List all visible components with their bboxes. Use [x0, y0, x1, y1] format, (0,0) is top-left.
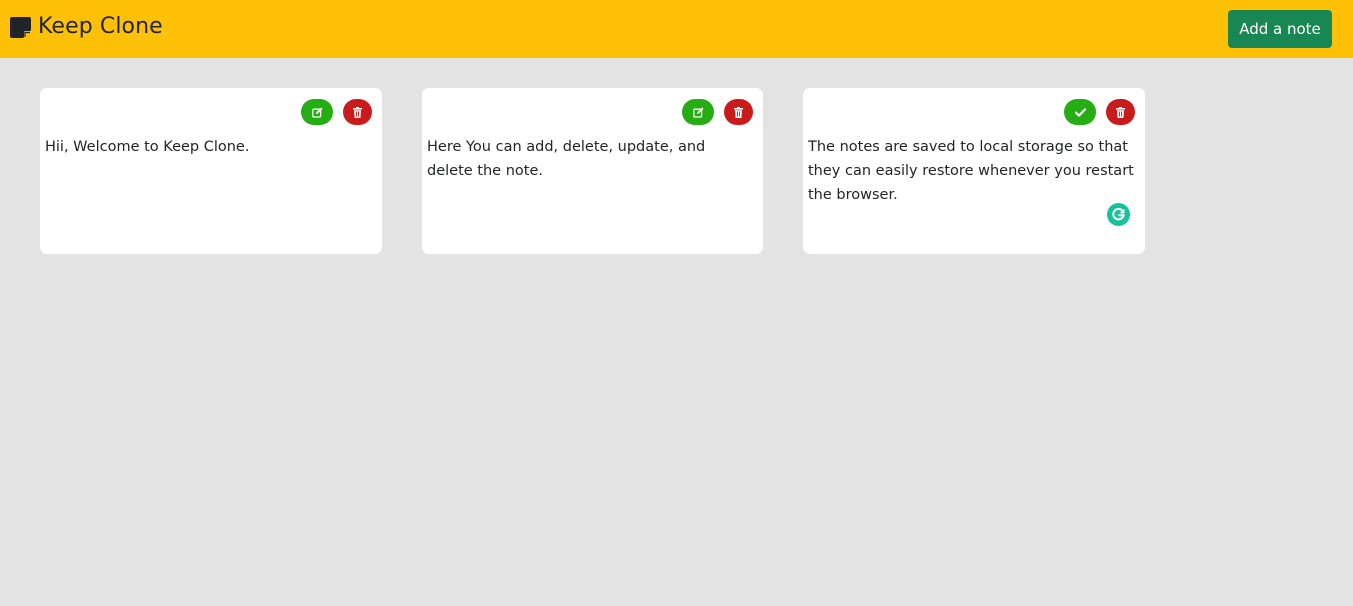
edit-icon [692, 107, 704, 118]
note-card: Here You can add, delete, update, and de… [422, 88, 763, 254]
note-card: Hii, Welcome to Keep Clone. [40, 88, 382, 254]
note-actions [1064, 99, 1135, 125]
save-note-button[interactable] [1064, 99, 1096, 125]
note-text: Hii, Welcome to Keep Clone. [45, 139, 250, 155]
note-text: Here You can add, delete, update, and de… [427, 139, 706, 179]
add-note-button[interactable]: Add a note [1228, 10, 1332, 48]
delete-note-button[interactable] [1106, 99, 1135, 125]
edit-note-button[interactable] [301, 99, 333, 125]
top-navbar: Keep Clone Add a note [0, 0, 1353, 58]
edit-note-button[interactable] [682, 99, 714, 125]
note-card-editing: The notes are saved to local storage so … [803, 88, 1145, 254]
delete-note-button[interactable] [724, 99, 753, 125]
note-actions [301, 99, 372, 125]
sticky-note-icon [10, 16, 31, 38]
trash-icon [734, 106, 743, 118]
app-title: Keep Clone [38, 14, 163, 39]
grammarly-icon[interactable] [1107, 203, 1130, 226]
note-edit-textarea[interactable]: The notes are saved to local storage so … [808, 135, 1134, 215]
check-icon [1074, 107, 1086, 117]
delete-note-button[interactable] [343, 99, 372, 125]
trash-icon [353, 106, 362, 118]
edit-icon [311, 107, 323, 118]
brand: Keep Clone [10, 12, 163, 42]
trash-icon [1116, 106, 1125, 118]
note-actions [682, 99, 753, 125]
